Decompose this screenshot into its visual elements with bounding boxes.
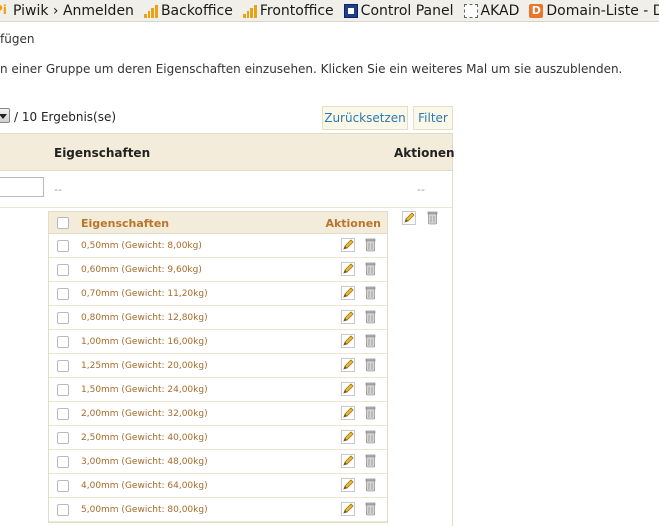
edit-icon[interactable] <box>341 382 355 396</box>
trash-icon[interactable] <box>365 382 376 396</box>
piwik-icon <box>0 3 10 18</box>
bar-chart-icon <box>242 4 257 18</box>
subtable-header-properties[interactable]: Eigenschaften <box>81 217 169 230</box>
property-label[interactable]: 0,80mm (Gewicht: 12,80kg) <box>81 313 208 323</box>
column-header-properties[interactable]: Eigenschaften <box>54 146 150 160</box>
edit-icon[interactable] <box>341 334 355 348</box>
table-row[interactable]: 2,00mm (Gewicht: 32,00kg) <box>49 402 387 426</box>
row-checkbox[interactable] <box>57 312 69 324</box>
table-row[interactable]: 1,25mm (Gewicht: 20,00kg) <box>49 354 387 378</box>
bookmark-frontoffice[interactable]: Frontoffice <box>242 2 334 19</box>
bookmark-label: Piwik › Anmelden <box>13 2 134 19</box>
table-row[interactable]: 0,70mm (Gewicht: 11,20kg) <box>49 282 387 306</box>
trash-icon[interactable] <box>365 358 376 372</box>
trash-icon[interactable] <box>365 406 376 420</box>
row-checkbox[interactable] <box>57 456 69 468</box>
row-checkbox[interactable] <box>57 408 69 420</box>
edit-icon[interactable] <box>341 406 355 420</box>
bookmark-akad[interactable]: AKAD <box>463 2 520 19</box>
bookmark-backoffice[interactable]: Backoffice <box>143 2 233 19</box>
edit-icon[interactable] <box>341 262 355 276</box>
filter-placeholder-actions: -- <box>417 183 425 196</box>
row-checkbox[interactable] <box>57 384 69 396</box>
edit-icon[interactable] <box>402 211 416 225</box>
bookmark-label: AKAD <box>480 2 520 19</box>
bookmark-label: Control Panel <box>360 2 454 19</box>
bookmark-control-panel[interactable]: Control Panel <box>343 2 454 19</box>
1und1-icon <box>343 3 358 18</box>
subtable-header: Eigenschaften Aktionen <box>49 212 387 234</box>
row-checkbox[interactable] <box>57 432 69 444</box>
property-label[interactable]: 1,25mm (Gewicht: 20,00kg) <box>81 361 208 371</box>
property-label[interactable]: 1,50mm (Gewicht: 24,00kg) <box>81 385 208 395</box>
results-count: / 10 Ergebnis(se) <box>14 110 117 124</box>
filter-row: -- -- <box>0 171 452 208</box>
trash-icon[interactable] <box>365 478 376 492</box>
edit-icon[interactable] <box>341 358 355 372</box>
edit-icon[interactable] <box>341 430 355 444</box>
trash-icon[interactable] <box>365 286 376 300</box>
trash-icon[interactable] <box>427 211 438 225</box>
row-checkbox[interactable] <box>57 240 69 252</box>
row-checkbox[interactable] <box>57 336 69 348</box>
row-checkbox[interactable] <box>57 264 69 276</box>
table-row[interactable]: 0,60mm (Gewicht: 9,60kg) <box>49 258 387 282</box>
edit-icon[interactable] <box>341 454 355 468</box>
property-label[interactable]: 4,00mm (Gewicht: 64,00kg) <box>81 481 208 491</box>
table-row[interactable]: 1,00mm (Gewicht: 16,00kg) <box>49 330 387 354</box>
table-row[interactable]: 3,00mm (Gewicht: 48,00kg) <box>49 450 387 474</box>
bookmark-label: Frontoffice <box>259 2 334 19</box>
table-row[interactable]: 0,80mm (Gewicht: 12,80kg) <box>49 306 387 330</box>
row-checkbox[interactable] <box>57 360 69 372</box>
row-checkbox[interactable] <box>57 480 69 492</box>
property-label[interactable]: 5,00mm (Gewicht: 80,00kg) <box>81 505 208 515</box>
filter-button[interactable]: Filter <box>413 106 453 130</box>
trash-icon[interactable] <box>365 310 376 324</box>
help-text: n einer Gruppe um deren Eigenschaften ei… <box>0 62 623 76</box>
edit-icon[interactable] <box>341 478 355 492</box>
edit-icon[interactable] <box>341 310 355 324</box>
table-header: Eigenschaften Aktionen <box>0 133 455 171</box>
row-checkbox[interactable] <box>57 288 69 300</box>
trash-icon[interactable] <box>365 262 376 276</box>
bookmarks-bar: Piwik › Anmelden Backoffice Frontoffice … <box>0 0 659 22</box>
bar-chart-icon <box>143 4 158 18</box>
trash-icon[interactable] <box>365 334 376 348</box>
property-label[interactable]: 2,50mm (Gewicht: 40,00kg) <box>81 433 208 443</box>
filter-placeholder-properties: -- <box>54 183 62 196</box>
properties-subtable: Eigenschaften Aktionen 0,50mm (Gewicht: … <box>48 211 388 523</box>
bookmark-label: Domain-Liste - Do <box>546 2 659 19</box>
trash-icon[interactable] <box>365 430 376 444</box>
property-label[interactable]: 0,50mm (Gewicht: 8,00kg) <box>81 241 202 251</box>
table-row[interactable]: 4,00mm (Gewicht: 64,00kg) <box>49 474 387 498</box>
property-label[interactable]: 0,70mm (Gewicht: 11,20kg) <box>81 289 208 299</box>
table-row[interactable]: 0,50mm (Gewicht: 8,00kg) <box>49 234 387 258</box>
trash-icon[interactable] <box>365 502 376 516</box>
trash-icon[interactable] <box>365 454 376 468</box>
property-label[interactable]: 1,00mm (Gewicht: 16,00kg) <box>81 337 208 347</box>
page-size-select[interactable] <box>0 108 10 123</box>
bookmark-piwik[interactable]: Piwik › Anmelden <box>0 3 134 19</box>
filter-input[interactable] <box>0 177 44 197</box>
property-label[interactable]: 0,60mm (Gewicht: 9,60kg) <box>81 265 202 275</box>
bookmark-label: Backoffice <box>160 2 233 19</box>
dashed-square-icon <box>463 3 478 18</box>
d-icon: D <box>529 3 544 18</box>
edit-icon[interactable] <box>341 286 355 300</box>
column-header-actions: Aktionen <box>394 146 455 160</box>
property-label[interactable]: 2,00mm (Gewicht: 32,00kg) <box>81 409 208 419</box>
reset-button[interactable]: Zurücksetzen <box>322 106 408 130</box>
property-label[interactable]: 3,00mm (Gewicht: 48,00kg) <box>81 457 208 467</box>
table-row[interactable]: 1,50mm (Gewicht: 24,00kg) <box>49 378 387 402</box>
edit-icon[interactable] <box>341 238 355 252</box>
subtable-header-actions: Aktionen <box>325 217 381 230</box>
select-all-checkbox[interactable] <box>57 217 69 229</box>
table-row[interactable]: 5,00mm (Gewicht: 80,00kg) <box>49 498 387 522</box>
row-checkbox[interactable] <box>57 504 69 516</box>
bookmark-domain-liste[interactable]: D Domain-Liste - Do <box>529 3 659 19</box>
edit-icon[interactable] <box>341 502 355 516</box>
table-row[interactable]: 2,50mm (Gewicht: 40,00kg) <box>49 426 387 450</box>
add-link-text[interactable]: fügen <box>0 32 34 46</box>
trash-icon[interactable] <box>365 238 376 252</box>
